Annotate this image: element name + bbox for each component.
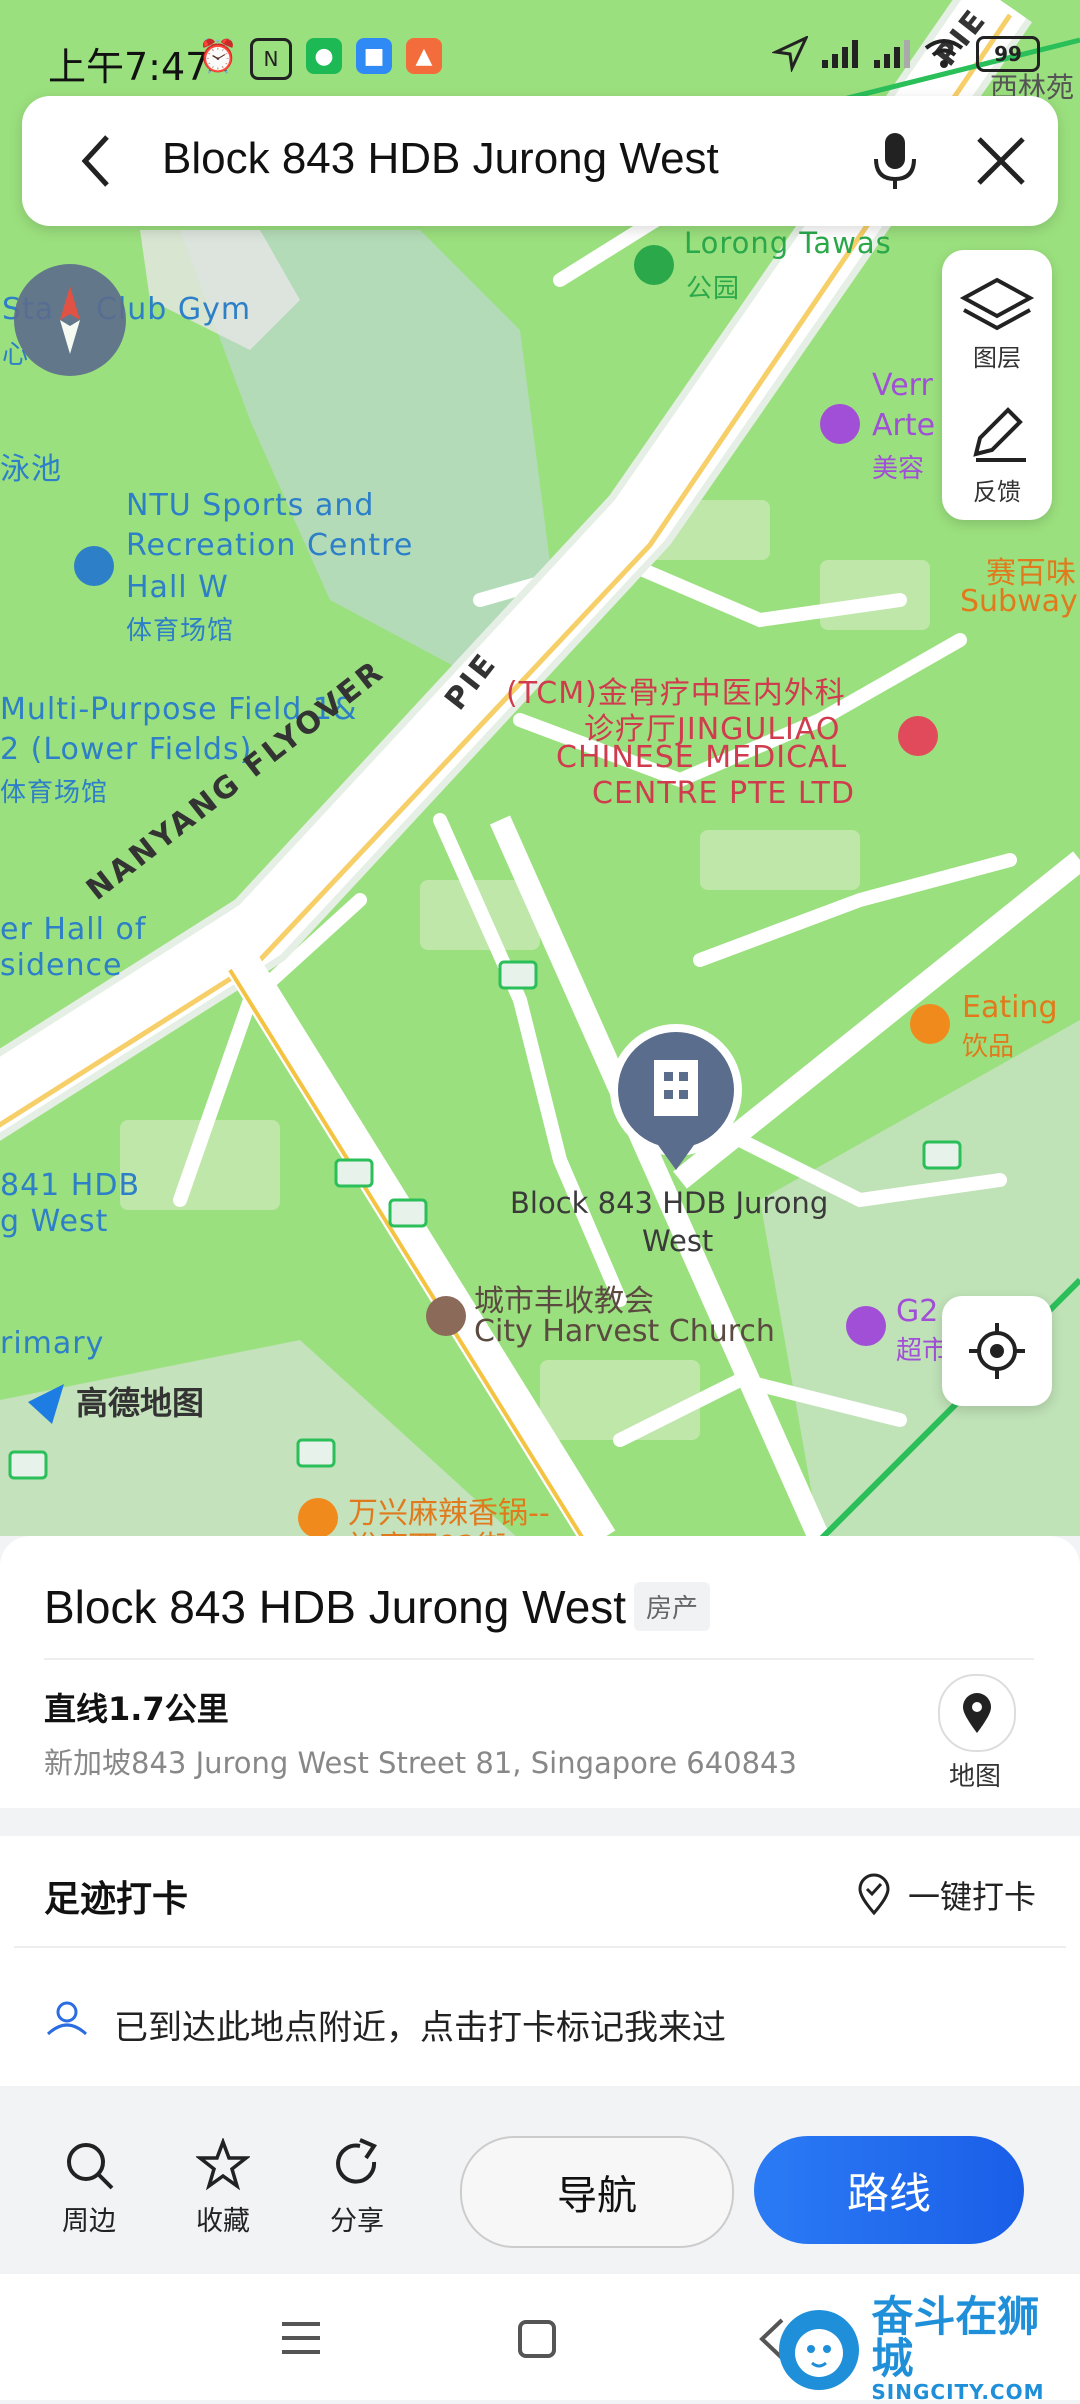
wechat-icon: ● <box>306 38 342 74</box>
app-icon: ■ <box>356 38 392 74</box>
status-time: 上午7:47 <box>48 45 210 89</box>
map-button-label[interactable]: 地图 <box>920 1756 1030 1793</box>
map-label: Eating <box>962 990 1058 1025</box>
one-tap-checkin-button[interactable]: 一键打卡 <box>854 1872 1036 1918</box>
search-icon <box>67 2143 114 2190</box>
battery-indicator: 99 <box>976 36 1040 72</box>
share-icon <box>336 2138 377 2184</box>
map-button[interactable] <box>938 1674 1016 1752</box>
map-label: CENTRE PTE LTD <box>592 776 855 811</box>
home-icon[interactable] <box>512 2314 562 2364</box>
favorite-button[interactable]: 收藏 <box>168 2137 278 2238</box>
watermark-sub: SINGCITY.COM <box>871 2380 1045 2404</box>
distance-text: 直线1.7公里 <box>44 1690 229 1728</box>
favorite-label: 收藏 <box>196 2206 250 2237</box>
map-label: CHINESE MEDICAL <box>556 740 848 775</box>
arrived-prompt[interactable]: 已到达此地点附近，点击打卡标记我来过 <box>114 2000 726 2049</box>
map-label: 2 (Lower Fields) <box>0 732 253 767</box>
location-arrow-icon <box>772 36 808 72</box>
nfc-icon: N <box>250 38 292 80</box>
map-label: Recreation Centre <box>126 528 414 563</box>
map-label: 841 HDB <box>0 1168 141 1203</box>
checkin-pin-icon <box>858 1873 890 1916</box>
layers-label: 图层 <box>973 344 1021 372</box>
feedback-button[interactable]: 反馈 <box>942 400 1052 520</box>
map-label: City Harvest Church <box>474 1314 775 1349</box>
map-label: NTU Sports and <box>126 488 375 523</box>
map-label: Subway <box>960 584 1078 619</box>
back-arrow-icon <box>81 135 109 187</box>
map-label: 公园 <box>686 274 741 304</box>
map-tools-panel: 图层 反馈 <box>942 250 1052 520</box>
place-card: Block 843 HDB Jurong West 房产 直线1.7公里 新加坡… <box>0 1536 1080 1808</box>
map-label: 美容 <box>872 454 925 484</box>
layers-button[interactable]: 图层 <box>942 266 1052 386</box>
footprint-title: 足迹打卡 <box>44 1879 189 1920</box>
search-query[interactable]: Block 843 HDB Jurong West <box>162 134 719 184</box>
pin-label: West <box>642 1224 714 1258</box>
map-label: G2 <box>896 1294 939 1329</box>
lion-logo-icon <box>779 2310 859 2390</box>
divider <box>14 1946 1066 1948</box>
footprint-card: 足迹打卡 一键打卡 已到达此地点附近，点击打卡标记我来过 <box>0 1836 1080 2086</box>
nearby-button[interactable]: 周边 <box>34 2138 144 2238</box>
search-bar[interactable]: Block 843 HDB Jurong West <box>22 96 1058 226</box>
divider <box>44 1658 1034 1660</box>
watermark-title: 奋斗在狮城 <box>871 2292 1040 2383</box>
amap-brand-logo: 高德地图 <box>76 1384 205 1422</box>
location-pin-icon <box>963 1693 991 1733</box>
address-text: 新加坡843 Jurong West Street 81, Singapore … <box>44 1746 797 1780</box>
locate-icon <box>969 1323 1025 1379</box>
map-label: rimary <box>0 1326 105 1361</box>
feedback-label: 反馈 <box>973 478 1021 506</box>
map-label: Verr <box>872 368 933 403</box>
taobao-icon: ▲ <box>406 38 442 74</box>
share-button[interactable]: 分享 <box>302 2138 412 2238</box>
nearby-label: 周边 <box>62 2206 116 2237</box>
back-button[interactable] <box>62 126 132 196</box>
clear-button[interactable] <box>966 126 1036 196</box>
category-tag: 房产 <box>634 1582 711 1631</box>
map-label: Arte <box>872 408 936 443</box>
alarm-icon: ⏰ <box>198 37 238 75</box>
map-label: 泳池 <box>0 452 62 487</box>
place-title: Block 843 HDB Jurong West <box>44 1581 627 1633</box>
checkin-label: 一键打卡 <box>907 1878 1036 1916</box>
star-icon <box>194 2137 252 2191</box>
bottom-action-bar: 周边 收藏 分享 导航 路线 <box>0 2104 1080 2274</box>
map-label: Hall W <box>126 570 229 605</box>
watermark: 奋斗在狮城 SINGCITY.COM <box>774 2296 1080 2404</box>
map-label: 超市 <box>896 1336 949 1366</box>
close-icon <box>977 137 1025 185</box>
locate-button[interactable] <box>942 1296 1052 1406</box>
pin-label: Block 843 HDB Jurong <box>510 1186 829 1220</box>
share-label: 分享 <box>330 2206 384 2237</box>
signal-icon <box>874 40 910 68</box>
map-label: 体育场馆 <box>0 778 109 808</box>
edit-icon <box>973 407 1026 462</box>
map-label: Lorong Tawas <box>684 226 892 260</box>
route-button[interactable]: 路线 <box>754 2136 1024 2244</box>
footprint-icon <box>44 1996 90 2046</box>
wifi-icon <box>924 39 964 68</box>
microphone-icon <box>874 133 916 189</box>
menu-icon[interactable] <box>276 2314 326 2364</box>
layers-icon <box>959 277 1035 331</box>
status-bar: 上午7:47 ⏰ N ● ■ ▲ 99 <box>0 0 1080 110</box>
signal-icon <box>822 40 858 68</box>
compass-icon[interactable] <box>14 264 126 376</box>
map-view[interactable]: Lorong Tawas 公园 Sta Club Gym 心 泳池 NTU Sp… <box>0 0 1080 1540</box>
navigate-button[interactable]: 导航 <box>460 2136 734 2248</box>
map-label: 饮品 <box>962 1032 1015 1062</box>
map-label: 体育场馆 <box>126 616 235 646</box>
map-label: sidence <box>0 948 123 983</box>
map-label: er Hall of <box>0 912 147 947</box>
voice-button[interactable] <box>860 126 930 196</box>
map-label: g West <box>0 1204 109 1239</box>
